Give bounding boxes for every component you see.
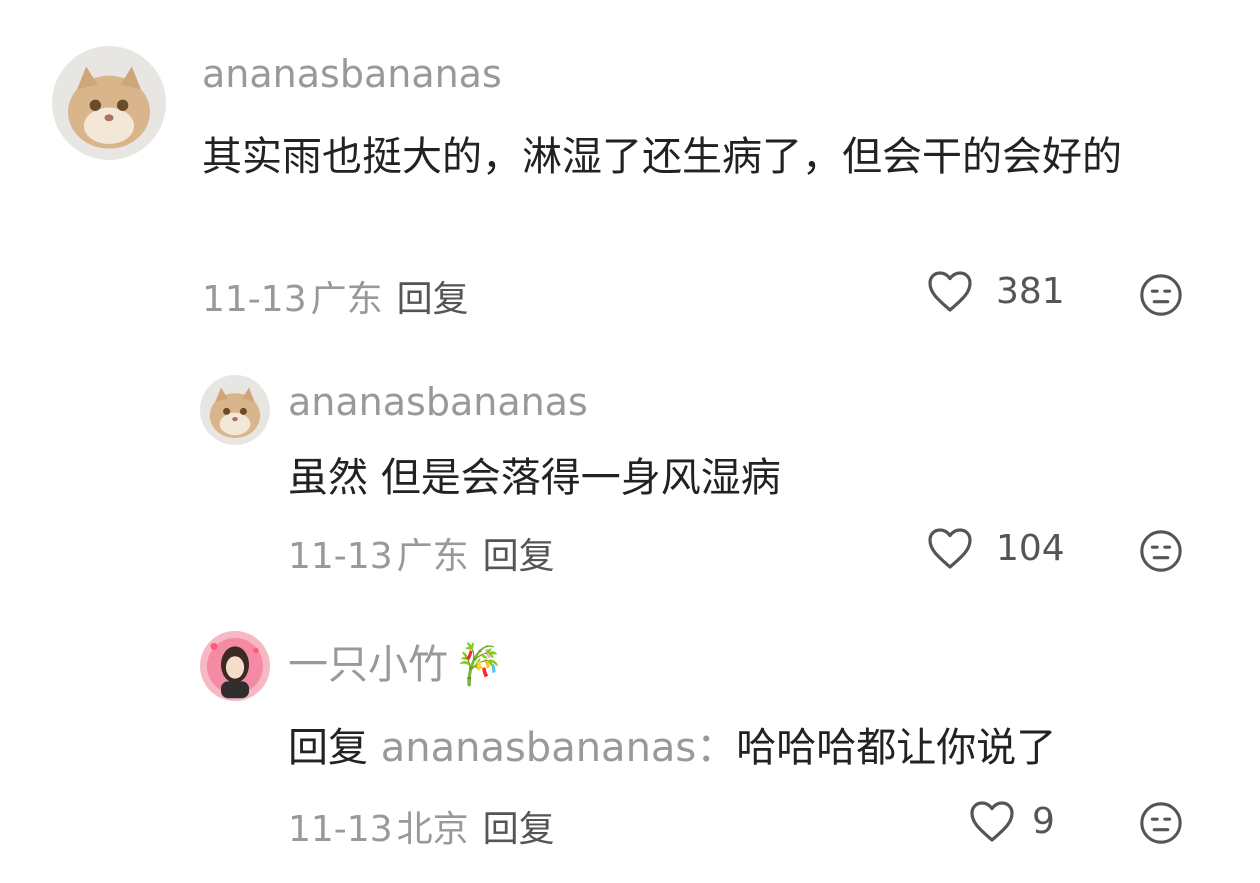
comment-location: 北京 [396,809,469,850]
heart-icon [926,525,974,571]
comment-text: 其实雨也挺大的，淋湿了还生病了，但会干的会好的 [202,134,1122,180]
comment-meta: 11-13 广东 回复 [202,270,469,322]
avatar[interactable] [52,46,166,160]
meh-face-icon[interactable] [1138,272,1184,318]
avatar[interactable] [200,375,270,445]
mention-separator: ： [696,725,737,771]
reply-button[interactable]: 回复 [483,536,555,577]
comment-date: 11-13 [288,809,393,850]
like-count: 104 [996,527,1065,569]
heart-icon [926,268,974,314]
reply-prefix: 回复 [288,725,368,771]
meh-face-icon[interactable] [1138,800,1184,846]
comment-location: 广东 [310,279,383,320]
cat-avatar-icon [52,46,166,160]
girl-avatar-icon [200,631,270,701]
meh-face-icon[interactable] [1138,528,1184,574]
cat-avatar-icon [200,375,270,445]
reply-button[interactable]: 回复 [483,809,555,850]
like-button[interactable]: 381 [926,268,1065,314]
username[interactable]: ananasbananas [202,52,502,96]
comment-meta: 11-13 北京 回复 [288,800,555,852]
mention-username[interactable]: ananasbananas [381,725,697,771]
comment-date: 11-13 [288,536,393,577]
like-count: 381 [996,270,1065,312]
like-button[interactable]: 9 [968,798,1055,844]
like-button[interactable]: 104 [926,525,1065,571]
username[interactable]: 一只小竹 🎋 [288,632,504,690]
comment-text: 虽然 但是会落得一身风湿病 [288,455,781,501]
reply-button[interactable]: 回复 [397,279,469,320]
username-text: 一只小竹 [288,642,448,688]
bamboo-emoji-icon: 🎋 [454,642,504,688]
comment-location: 广东 [396,536,469,577]
heart-icon [968,798,1016,844]
comment-text: 哈哈哈都让你说了 [736,725,1057,771]
username[interactable]: ananasbananas [288,380,588,424]
avatar[interactable] [200,631,270,701]
comment-date: 11-13 [202,279,307,320]
comment-text-line: 回复 ananasbananas：哈哈哈都让你说了 [288,718,1228,778]
like-count: 9 [1032,800,1055,842]
comment-meta: 11-13 广东 回复 [288,527,555,579]
